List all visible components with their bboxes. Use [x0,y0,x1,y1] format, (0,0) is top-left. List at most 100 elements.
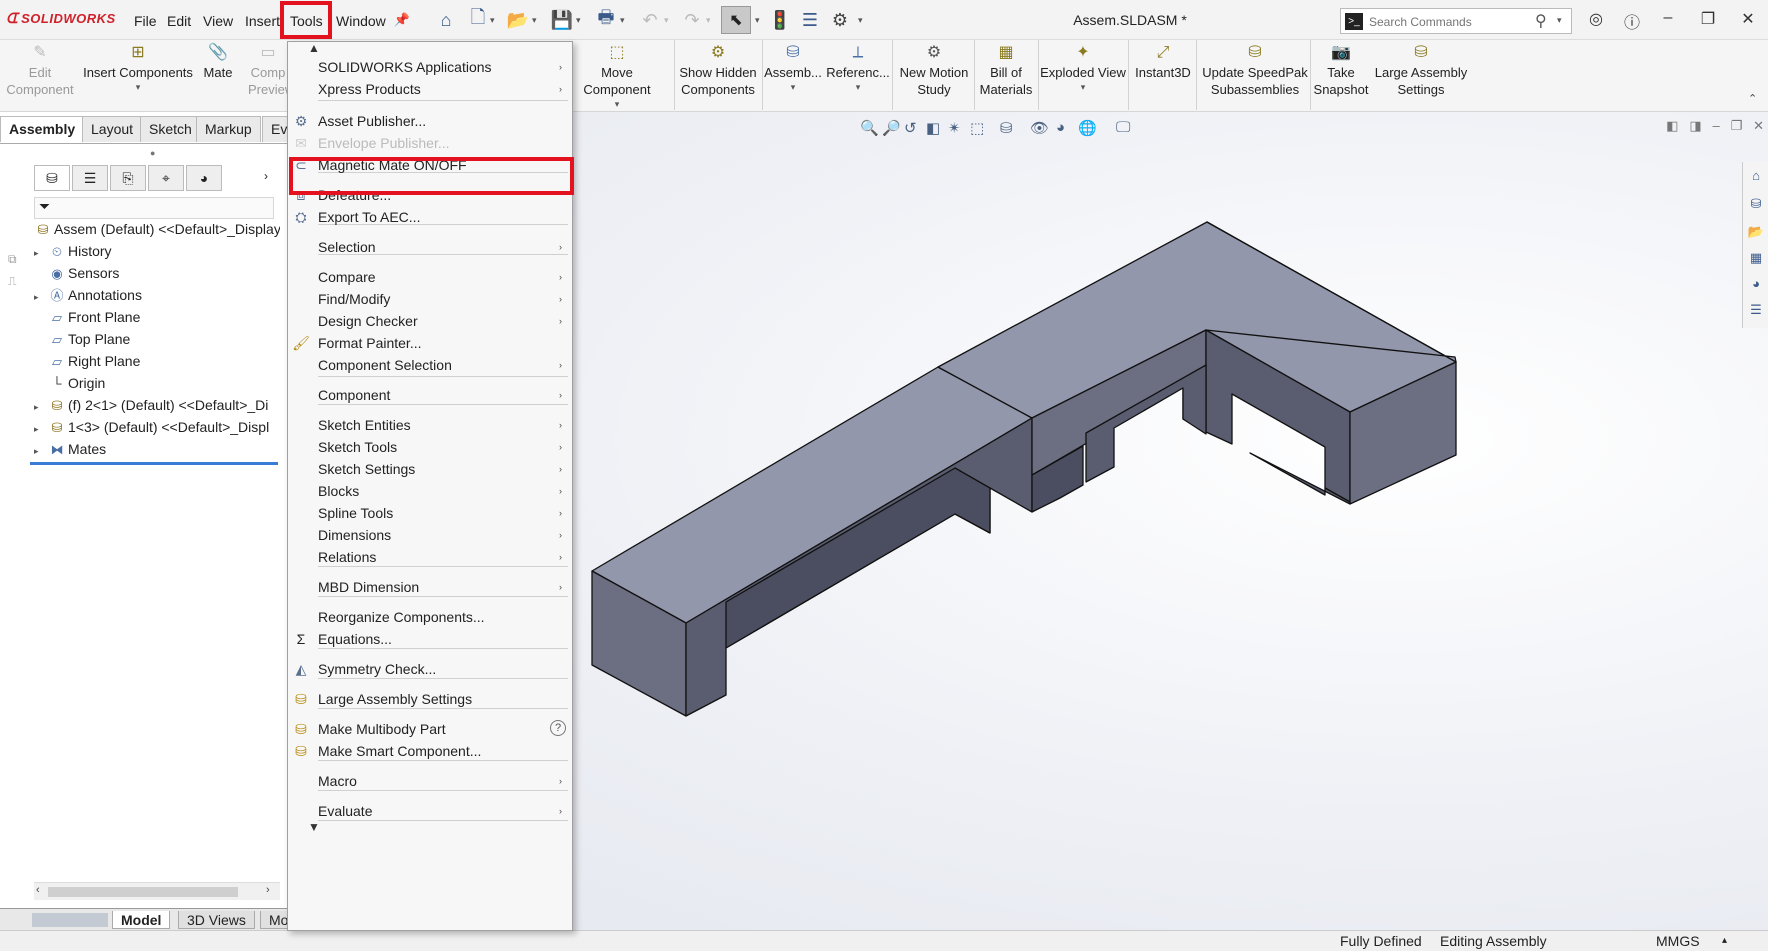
new-caret-icon[interactable]: ▾ [490,15,495,26]
tab-assembly[interactable]: Assembly [0,116,85,142]
close-icon[interactable]: ✕ [1736,9,1760,31]
take-snapshot-button[interactable]: 📷 Take Snapshot [1312,43,1370,98]
open-caret-icon[interactable]: ▾ [532,15,537,26]
menu-item-make-smart-component[interactable]: ⛁ Make Smart Component... [288,740,572,762]
more-tabs-icon[interactable]: › [264,169,268,183]
expand-arrow-icon[interactable]: ▸ [34,441,48,459]
tab-3d-views[interactable]: 3D Views [178,911,255,929]
tree-filter[interactable]: ⏷ [34,197,274,219]
large-assembly-settings-button[interactable]: ⛁ Large Assembly Settings [1374,43,1468,98]
reference-geometry-caret-icon[interactable]: ▾ [826,81,890,93]
move-component-caret-icon[interactable]: ▾ [566,98,668,110]
tab-model[interactable]: Model [112,911,171,929]
menu-item-envelope-publisher[interactable]: ✉ Envelope Publisher... [288,132,572,154]
scroll-thumb[interactable] [48,887,238,897]
save-icon[interactable]: 💾 [550,8,574,32]
tab-motion-study[interactable]: Mo [260,911,290,929]
tree-item-history[interactable]: ▸ ⏲ History [34,241,280,261]
bill-of-materials-button[interactable]: ▦ Bill of Materials [976,43,1036,98]
tree-item-origin[interactable]: └ Origin [34,373,280,393]
component-preview-button[interactable]: ▭ Comp Preview [248,43,288,98]
unit-system[interactable]: MMGS [1656,933,1700,949]
search-icon[interactable]: ⚲ [1535,11,1547,31]
tree-item-mates[interactable]: ▸ ⧓ Mates [34,439,280,459]
menu-help-icon[interactable]: ? [550,720,566,736]
show-hidden-components-button[interactable]: ⚙ Show Hidden Components [678,43,758,98]
menu-item-evaluate[interactable]: Evaluate › [288,800,572,822]
dimxpert-icon[interactable]: ⌖ [148,165,184,191]
unit-system-caret-icon[interactable]: ▴ [1722,935,1727,946]
solidworks-logo[interactable]: ᗭ SOLIDWORKS [6,10,116,27]
menu-item-blocks[interactable]: Blocks › [288,480,572,502]
menu-item-make-multibody-part[interactable]: ⛁ Make Multibody Part? [288,718,572,740]
restore-icon[interactable]: ❐ [1696,9,1720,31]
tree-item-right-plane[interactable]: ▱ Right Plane [34,351,280,371]
menu-item-mbd-dimension[interactable]: MBD Dimension › [288,576,572,598]
save-caret-icon[interactable]: ▾ [576,15,581,26]
tab-layout[interactable]: Layout [82,116,143,142]
rollback-bar[interactable] [30,462,278,465]
tab-evaluate[interactable]: Ev [262,116,290,142]
menu-item-sketch-settings[interactable]: Sketch Settings › [288,458,572,480]
open-icon[interactable]: 📂 [506,8,530,32]
menu-item-component[interactable]: Component › [288,384,572,406]
expand-arrow-icon[interactable]: ▸ [34,397,48,415]
menu-item-large-assembly-settings[interactable]: ⛁ Large Assembly Settings [288,688,572,710]
tree-root-assembly[interactable]: ⛁ Assem (Default) <<Default>_Display [34,219,280,239]
redo-icon[interactable]: ↷ [680,8,704,32]
tab-scroll-buttons[interactable] [32,913,108,927]
search-caret-icon[interactable]: ▾ [1557,15,1562,26]
insert-components-caret-icon[interactable]: ▾ [82,81,194,93]
redo-caret-icon[interactable]: ▾ [706,15,711,26]
menu-item-sketch-tools[interactable]: Sketch Tools › [288,436,572,458]
menu-item-compare[interactable]: Compare › [288,266,572,288]
menu-item-relations[interactable]: Relations › [288,546,572,568]
strip-tool-icon[interactable]: ⧉ [8,252,17,267]
menu-view[interactable]: View [203,13,233,29]
help-icon[interactable]: ⓘ [1620,9,1644,32]
expand-arrow-icon[interactable]: ▸ [34,419,48,437]
tree-item-sensors[interactable]: ◉ Sensors [34,263,280,283]
menu-scroll-up-icon[interactable]: ▲ [308,41,320,55]
display-manager-icon[interactable]: ◕ [186,165,222,191]
menu-item-symmetry-check[interactable]: ◭ Symmetry Check... [288,658,572,680]
mate-button[interactable]: 📎 Mate [198,43,238,81]
edit-component-button[interactable]: ✎ Edit Component [4,43,76,98]
print-caret-icon[interactable]: ▾ [620,15,625,26]
menu-item-equations[interactable]: Σ Equations... [288,628,572,650]
menu-item-export-to-aec[interactable]: ⛭ Export To AEC... [288,206,572,228]
menu-item-component-selection[interactable]: Component Selection › [288,354,572,376]
panel-splitter-icon[interactable]: ● [150,148,155,158]
collapse-ribbon-icon[interactable]: ⌃ [1748,92,1757,105]
search-input[interactable] [1369,12,1529,32]
exploded-view-caret-icon[interactable]: ▾ [1040,81,1126,93]
account-icon[interactable]: ◎ [1584,9,1608,31]
search-commands[interactable]: >_ ⚲ ▾ [1340,8,1572,34]
scroll-left-icon[interactable]: ‹ [36,884,40,896]
scroll-right-icon[interactable]: › [266,884,270,896]
undo-caret-icon[interactable]: ▾ [664,15,669,26]
file-properties-icon[interactable]: ☰ [798,8,822,32]
menu-item-format-painter[interactable]: 🖌 Format Painter... [288,332,572,354]
tree-horizontal-scrollbar[interactable]: ‹ › [34,882,280,900]
menu-edit[interactable]: Edit [167,13,191,29]
update-speedpak-button[interactable]: ⛁ Update SpeedPak Subassemblies [1200,43,1310,98]
tab-sketch[interactable]: Sketch [140,116,201,142]
new-motion-study-button[interactable]: ⚙ New Motion Study [896,43,972,98]
feature-tree-icon[interactable]: ⛁ [34,165,70,191]
options-gear-icon[interactable]: ⚙ [828,8,852,32]
menu-item-xpress-products[interactable]: Xpress Products › [288,78,572,100]
move-component-button[interactable]: ⬚ Move Component ▾ [566,43,668,110]
menu-item-asset-publisher[interactable]: ⚙ Asset Publisher... [288,110,572,132]
undo-icon[interactable]: ↶ [638,8,662,32]
new-document-icon[interactable]: 🗋 [466,7,490,32]
pin-icon[interactable]: 📌 [390,8,414,32]
menu-item-selection[interactable]: Selection › [288,236,572,258]
instant3d-button[interactable]: ⤢ Instant3D [1132,43,1194,81]
menu-item-macro[interactable]: Macro › [288,770,572,792]
strip-tool-icon-2[interactable]: ⎍ [8,274,16,289]
insert-components-button[interactable]: ⊞ Insert Components ▾ [82,43,194,93]
menu-item-design-checker[interactable]: Design Checker › [288,310,572,332]
tree-item-top-plane[interactable]: ▱ Top Plane [34,329,280,349]
menu-insert[interactable]: Insert [245,13,280,29]
